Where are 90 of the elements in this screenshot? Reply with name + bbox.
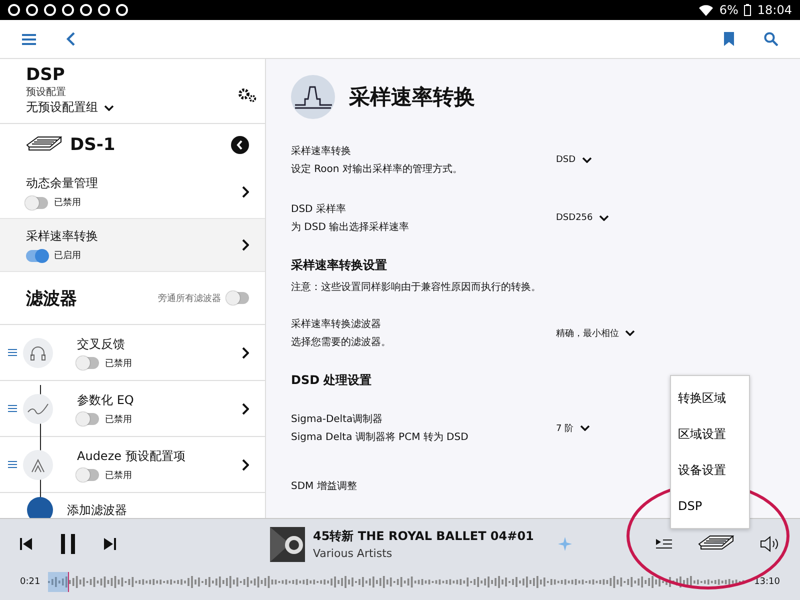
chevron-down-icon [580,425,590,431]
search-icon[interactable] [764,32,778,46]
add-filter-label[interactable]: 添加滤波器 [67,502,127,518]
item-title: 动态余量管理 [26,175,99,192]
album-art [270,526,305,562]
toggle-switch[interactable] [227,292,249,304]
wifi-icon [699,4,714,16]
status-text: 已启用 [54,250,81,262]
clock: 18:04 [757,3,792,17]
setting-description: 选择您需要的滤波器。 [291,336,392,349]
collapse-icon[interactable] [231,136,249,154]
setting-description: Sigma Delta 调制器将 PCM 转为 DSD [291,430,470,444]
curve-icon [27,402,49,416]
filter-title: 交叉反馈 [77,336,126,352]
notification-icon [98,4,110,16]
chevron-down-icon [582,157,592,163]
menu-item[interactable]: DSP [671,488,749,524]
chevron-right-icon[interactable] [241,346,249,358]
menu-item[interactable]: 区域设置 [671,416,749,452]
notification-icon [8,4,20,16]
section-note: 注意：这些设置同样影响由于兼容性原因而执行的转换。 [291,280,542,294]
battery-percent: 6% [719,3,738,17]
section-title: 滤波器 [26,288,78,310]
toggle-switch[interactable] [77,357,99,369]
status-text: 已禁用 [54,196,81,209]
chevron-down-icon [598,215,609,221]
value-dropdown[interactable]: 精确，最小相位 [556,326,635,340]
battery-icon [744,4,752,16]
panel-title: DSP [26,65,66,85]
pause-icon[interactable] [60,534,76,554]
preset-label: 预设配置 [26,86,66,99]
drag-handle-icon[interactable] [8,405,17,412]
chevron-right-icon[interactable] [241,239,249,251]
notification-icon [62,4,74,16]
toggle-switch[interactable] [77,469,99,481]
volume-icon[interactable] [760,536,780,552]
setting-description: 设定 Roon 对输出采样率的管理方式。 [291,162,464,176]
notification-icon [26,4,38,16]
setting-label: 采样速率转换 [291,144,352,158]
chevron-down-icon [625,330,635,336]
toggle-switch[interactable] [26,196,48,208]
elapsed-time: 0:21 [20,577,40,587]
page-title: 采样速率转换 [349,84,475,111]
chevron-right-icon[interactable] [241,186,249,198]
status-text: 已禁用 [105,470,132,482]
menu-item[interactable]: 转换区域 [671,380,749,416]
setting-label: 采样速率转换滤波器 [291,318,382,331]
notification-icon [116,4,128,16]
value-dropdown[interactable]: DSD [556,155,592,165]
section-heading: DSD 处理设置 [291,372,373,389]
back-icon[interactable] [66,32,75,46]
setting-label: DSD 采样率 [291,202,347,216]
toggle-switch[interactable] [26,250,48,262]
chevron-down-icon [104,104,114,110]
next-icon[interactable] [104,538,116,550]
previous-icon[interactable] [20,538,32,550]
status-text: 已禁用 [105,414,132,426]
add-filter-button[interactable] [27,497,53,518]
settings-icon[interactable] [237,87,257,103]
headphone-icon [29,344,47,362]
chevron-right-icon[interactable] [241,458,249,470]
toggle-switch[interactable] [77,413,99,425]
bookmark-icon[interactable] [724,32,734,46]
peak-icon [30,456,46,472]
setting-description: 为 DSD 输出选择采样速率 [291,220,410,234]
setting-label: Sigma-Delta调制器 [291,412,384,426]
value-dropdown[interactable]: DSD256 [556,213,609,223]
preset-dropdown[interactable]: 无预设配置组 [26,99,265,116]
notification-icon [44,4,56,16]
setting-label: SDM 增益调整 [291,480,358,493]
value-dropdown[interactable]: 7 阶 [556,422,590,434]
queue-icon[interactable] [656,537,672,551]
filter-title: 参数化 EQ [77,392,135,408]
notification-icon [80,4,92,16]
section-heading: 采样速率转换设置 [291,257,388,274]
filter-title: Audeze 预设配置项 [77,448,186,464]
item-title: 采样速率转换 [26,228,99,245]
menu-item[interactable]: 设备设置 [671,452,749,488]
track-artist[interactable]: Various Artists [313,547,534,560]
chevron-right-icon[interactable] [241,402,249,414]
dsp-item[interactable]: 采样速率转换 已启用 [0,219,265,272]
track-title[interactable]: 45转新 THE ROYAL BALLET 04#01 [313,528,534,545]
device-name: DS-1 [70,135,116,155]
drag-handle-icon[interactable] [8,349,17,356]
menu-icon[interactable] [22,34,36,44]
status-text: 已禁用 [105,358,132,370]
waveform-peak-icon [291,75,335,119]
sparkle-icon [558,537,572,551]
bypass-label: 旁通所有滤波器 [158,292,221,304]
drag-handle-icon[interactable] [8,461,17,468]
